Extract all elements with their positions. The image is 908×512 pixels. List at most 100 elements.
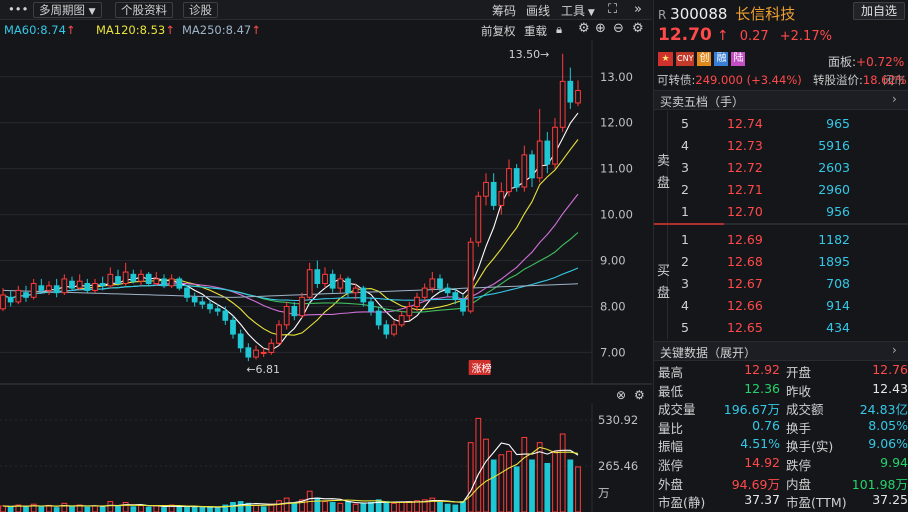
settings-gear-icon[interactable]: ⚙: [632, 21, 644, 36]
candle-body: [84, 283, 91, 291]
key-label: 内盘: [786, 476, 812, 492]
candle-body: [406, 305, 413, 317]
candle-body: [544, 140, 551, 165]
candle-body: [437, 278, 443, 289]
candle-body: [61, 278, 68, 294]
level-number: 5: [681, 320, 689, 335]
key-label: 换手(实): [786, 439, 834, 455]
lock-icon[interactable]: 🔒︎: [556, 22, 562, 37]
dropdown-triangle-icon: ▼: [585, 8, 595, 18]
candle-body: [329, 273, 336, 289]
order-volume: 1895: [818, 254, 850, 269]
chinext-badge: 创: [697, 52, 712, 66]
order-price: 12.67: [727, 276, 763, 291]
volume-bar: [69, 506, 75, 512]
overlay-button[interactable]: 重载: [524, 23, 547, 39]
ma120-indicator: MA120:8.53↑: [96, 23, 175, 37]
double-chevron-right-icon[interactable]: »: [634, 2, 642, 17]
sell-row[interactable]: 3 12.72 2603: [654, 157, 908, 179]
volume-bar: [138, 504, 144, 512]
candle-body: [161, 278, 167, 287]
settings-gear-icon: ⚙: [634, 388, 645, 402]
candle-body: [306, 269, 313, 298]
draw-line-button[interactable]: 画线: [526, 2, 550, 19]
buy-row[interactable]: 3 12.67 708: [654, 273, 908, 295]
volume-bar: [115, 505, 121, 512]
chips-button[interactable]: 筹码: [492, 2, 516, 19]
key-value: 101.98万: [851, 476, 908, 492]
candle-body: [513, 168, 520, 188]
key-label: 涨停: [658, 458, 684, 473]
buy-row[interactable]: 4 12.66 914: [654, 295, 908, 317]
order-volume: 5916: [818, 138, 850, 153]
volume-bar: [314, 497, 321, 512]
stock-info-button[interactable]: 个股资料: [115, 2, 173, 18]
volume-bar: [145, 506, 152, 512]
premium-line: 转股溢价:18.62%: [813, 72, 907, 88]
volume-bar: [7, 506, 14, 512]
order-volume: 1182: [818, 232, 850, 247]
board-change: 面板:+0.72%: [828, 53, 904, 70]
volume-bar: [437, 501, 443, 512]
period-dropdown[interactable]: 多周期图 ▼: [33, 2, 102, 18]
volume-bar: [391, 502, 397, 512]
order-volume: 2603: [818, 160, 850, 175]
sell-row[interactable]: 1 12.70 956: [654, 201, 908, 223]
tools-dropdown[interactable]: 工具 ▼: [561, 2, 595, 19]
key-value: 9.94: [880, 455, 908, 470]
board-value: +0.72%: [856, 55, 905, 69]
volume-bar: [567, 459, 574, 512]
candle-body: [176, 278, 183, 289]
circle-chevron-right-icon[interactable]: ›: [892, 343, 897, 357]
volume-bar: [53, 507, 60, 512]
candle-body: [368, 301, 374, 312]
zoom-in-icon[interactable]: ⊕: [595, 21, 606, 36]
key-label: 跌停: [786, 458, 812, 473]
volume-bar: [153, 505, 160, 512]
key-label: 换手: [786, 420, 812, 436]
convertible-value: 249.000 (+3.44%): [695, 73, 802, 87]
volume-bar: [283, 497, 290, 512]
key-data-header[interactable]: 关键数据（展开） ›: [654, 341, 908, 361]
volume-bar: [92, 505, 98, 512]
buy-row[interactable]: 1 12.69 1182: [654, 229, 908, 251]
candle-body: [429, 278, 436, 289]
candle-body: [122, 271, 129, 285]
key-label: 振幅: [658, 439, 684, 455]
buy-row[interactable]: 2 12.68 1895: [654, 251, 908, 273]
zoom-out-icon[interactable]: ⊖: [613, 21, 624, 36]
candle-body: [498, 191, 505, 206]
candle-body: [30, 283, 37, 298]
orderbook: 卖盘 买盘 5 12.74 965 4 12.73 5916 3 12.72 2603 2 12.7…: [654, 111, 908, 339]
candle-body: [138, 273, 144, 282]
ma250-value: MA250:8.47: [182, 23, 252, 37]
diagnose-button[interactable]: 诊股: [183, 2, 218, 18]
circle-chevron-right-icon[interactable]: ›: [892, 92, 897, 106]
menu-dots-icon[interactable]: •••: [3, 2, 33, 18]
volume-bar: [23, 506, 29, 512]
volume-bar: [0, 505, 6, 512]
buy-row[interactable]: 5 12.65 434: [654, 317, 908, 339]
volume-bar: [506, 450, 512, 512]
volume-bar: [214, 507, 221, 512]
candlestick-chart[interactable]: 13.00 12.00 11.00 10.00 9.00 8.00 7.00 530.92 26…: [0, 40, 652, 512]
candle-body: [207, 303, 213, 310]
volume-bar: [498, 454, 505, 512]
sell-row[interactable]: 5 12.74 965: [654, 113, 908, 135]
sell-row[interactable]: 4 12.73 5916: [654, 135, 908, 157]
price-tick-label: 9.00: [600, 254, 626, 268]
candle-body: [199, 301, 206, 305]
orderbook-divider: [724, 223, 908, 225]
level-number: 3: [681, 160, 689, 175]
order-price: 12.68: [727, 254, 763, 269]
quote-panel: R 300088 长信科技 加自选 12.70 ↑ 0.27 +2.17% ★ …: [653, 0, 908, 512]
candle-body: [552, 126, 558, 165]
adjust-button[interactable]: 前复权: [481, 23, 516, 39]
sell-row[interactable]: 2 12.71 2960: [654, 179, 908, 201]
expand-icon[interactable]: ⛶: [608, 2, 617, 17]
settings-gear-icon[interactable]: ⚙: [578, 21, 590, 36]
volume-bar: [536, 442, 543, 512]
order-volume: 965: [826, 116, 850, 131]
candle-body: [444, 287, 451, 294]
add-watchlist-button[interactable]: 加自选: [853, 2, 905, 20]
